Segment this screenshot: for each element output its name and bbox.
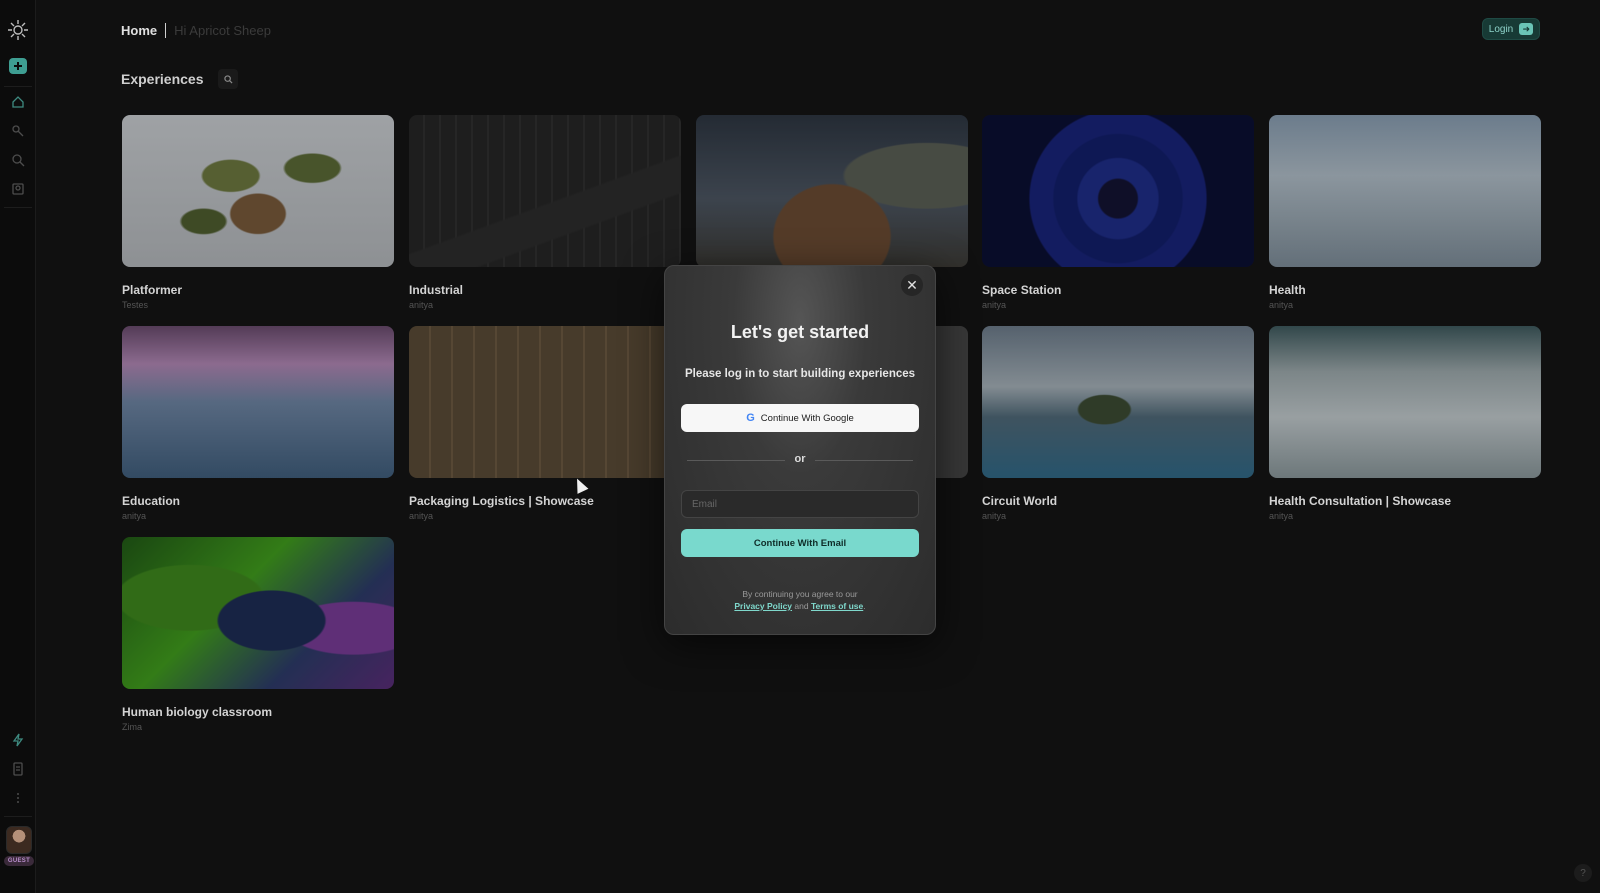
card-thumbnail[interactable] bbox=[1269, 326, 1541, 478]
experience-card[interactable]: Space Station anitya bbox=[982, 115, 1254, 310]
experience-card[interactable]: Packaging Logistics | Showcase anitya bbox=[409, 326, 681, 521]
avatar bbox=[6, 826, 32, 854]
or-text: or bbox=[794, 453, 806, 465]
or-divider: or bbox=[687, 453, 913, 467]
card-title: Human biology classroom bbox=[122, 705, 273, 719]
home-icon[interactable] bbox=[8, 92, 28, 112]
card-author: anitya bbox=[982, 300, 1007, 310]
email-login-button[interactable]: Continue With Email bbox=[681, 529, 919, 557]
card-title: Space Station bbox=[982, 283, 1062, 297]
card-title: Education bbox=[122, 494, 181, 508]
experience-card[interactable]: Health Consultation | Showcase anitya bbox=[1269, 326, 1541, 521]
card-title: Health Consultation | Showcase bbox=[1269, 494, 1452, 508]
logo-icon[interactable] bbox=[6, 18, 30, 42]
card-thumbnail[interactable] bbox=[122, 115, 394, 267]
card-title: Packaging Logistics | Showcase bbox=[409, 494, 594, 508]
document-icon[interactable] bbox=[8, 759, 28, 779]
explore-icon[interactable] bbox=[8, 150, 28, 170]
legal-and: and bbox=[794, 601, 809, 611]
sidebar-divider bbox=[4, 86, 32, 87]
card-title: Circuit World bbox=[982, 494, 1058, 508]
legal-suffix: . bbox=[863, 601, 866, 611]
search-icon[interactable] bbox=[218, 69, 238, 89]
sidebar-divider bbox=[4, 207, 32, 208]
login-button[interactable]: Login ➜ bbox=[1482, 18, 1540, 40]
card-thumbnail[interactable] bbox=[982, 115, 1254, 267]
login-label: Login bbox=[1488, 23, 1514, 35]
card-author: anitya bbox=[1269, 300, 1294, 310]
terms-link[interactable]: Terms of use bbox=[811, 601, 863, 611]
card-title: Platformer bbox=[122, 283, 183, 297]
guest-badge: GUEST bbox=[4, 856, 34, 866]
experience-card[interactable]: Health anitya bbox=[1269, 115, 1541, 310]
section-title: Experiences bbox=[121, 71, 204, 87]
card-thumbnail[interactable] bbox=[122, 326, 394, 478]
help-button[interactable]: ? bbox=[1574, 864, 1592, 882]
google-icon: G bbox=[746, 412, 755, 424]
experience-card[interactable] bbox=[696, 115, 968, 283]
legal-prefix: By continuing you agree to our bbox=[742, 589, 858, 599]
lightning-icon[interactable] bbox=[8, 730, 28, 750]
email-field[interactable] bbox=[681, 490, 919, 518]
close-icon[interactable]: ✕ bbox=[901, 274, 923, 296]
card-thumbnail[interactable] bbox=[982, 326, 1254, 478]
legal-text: By continuing you agree to our Privacy P… bbox=[665, 588, 935, 612]
google-login-label: Continue With Google bbox=[760, 412, 854, 424]
more-icon[interactable] bbox=[8, 788, 28, 808]
card-author: Zima bbox=[122, 722, 142, 732]
card-author: Testes bbox=[122, 300, 149, 310]
card-author: anitya bbox=[982, 511, 1007, 521]
breadcrumb-separator bbox=[165, 22, 167, 38]
experience-card[interactable]: Industrial anitya bbox=[409, 115, 681, 310]
card-thumbnail[interactable] bbox=[409, 326, 681, 478]
card-thumbnail[interactable] bbox=[409, 115, 681, 267]
library-icon[interactable] bbox=[8, 179, 28, 199]
experience-card[interactable]: Platformer Testes bbox=[122, 115, 394, 310]
user-avatar[interactable]: GUEST bbox=[3, 826, 35, 868]
card-title: Industrial bbox=[409, 283, 464, 297]
divider-line bbox=[815, 460, 913, 461]
experience-card[interactable]: Circuit World anitya bbox=[982, 326, 1254, 521]
card-author: anitya bbox=[122, 511, 147, 521]
modal-title: Let's get started bbox=[730, 322, 870, 342]
sidebar: GUEST bbox=[0, 0, 36, 893]
login-modal: ✕ Let's get started Please log in to sta… bbox=[664, 265, 936, 635]
create-icon[interactable] bbox=[9, 58, 27, 74]
card-author: anitya bbox=[409, 300, 434, 310]
breadcrumb: Home Hi Apricot Sheep bbox=[121, 21, 271, 39]
card-author: anitya bbox=[1269, 511, 1294, 521]
sidebar-divider bbox=[4, 816, 32, 817]
login-arrow-icon: ➜ bbox=[1519, 23, 1534, 35]
card-title: Health bbox=[1269, 283, 1306, 297]
breadcrumb-home[interactable]: Home bbox=[121, 23, 157, 38]
card-thumbnail[interactable] bbox=[1269, 115, 1541, 267]
card-thumbnail[interactable] bbox=[122, 537, 394, 689]
card-thumbnail[interactable] bbox=[696, 115, 968, 267]
tools-icon[interactable] bbox=[8, 121, 28, 141]
card-author: anitya bbox=[409, 511, 434, 521]
privacy-policy-link[interactable]: Privacy Policy bbox=[734, 601, 792, 611]
experience-card[interactable]: Education anitya bbox=[122, 326, 394, 521]
experience-card[interactable]: Human biology classroom Zima bbox=[122, 537, 394, 732]
greeting-text: Hi Apricot Sheep bbox=[174, 22, 271, 38]
google-login-button[interactable]: G Continue With Google bbox=[681, 404, 919, 432]
modal-subtitle: Please log in to start building experien… bbox=[684, 368, 916, 380]
